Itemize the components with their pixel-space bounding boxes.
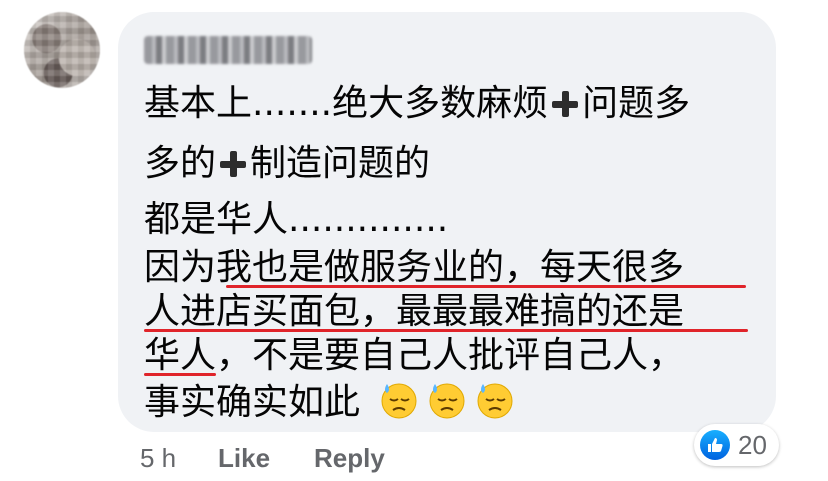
comment-text: 问题多 <box>582 83 691 124</box>
comment-line-5: 人进店买面包，最最最难搞的还是 <box>144 290 684 334</box>
comment-thread: 基本上.......绝大多数麻烦 问题多 多的 制造问题的 都是华人........… <box>0 0 828 481</box>
comment-line-2: 多的 制造问题的 <box>144 142 430 186</box>
reaction-summary[interactable]: 20 <box>694 424 779 466</box>
thumbs-up-icon <box>700 430 730 460</box>
reaction-count: 20 <box>738 429 767 460</box>
downcast-face-with-sweat-icon <box>477 383 513 419</box>
author-name[interactable] <box>144 36 312 64</box>
comment-text: 都是华人.............. <box>144 199 449 240</box>
comment-bubble: 基本上.......绝大多数麻烦 问题多 多的 制造问题的 都是华人........… <box>118 12 776 432</box>
comment-line-4: 因为我也是做服务业的，每天很多 <box>144 246 684 290</box>
comment-text: 基本上.......绝大多数麻烦 <box>144 83 549 124</box>
heavy-plus-icon <box>552 91 579 117</box>
red-underline <box>144 329 748 332</box>
comment-timestamp[interactable]: 5 h <box>140 440 176 476</box>
comment-text: 事实确实如此 <box>144 382 361 423</box>
comment-text: 人进店买面包，最最最难搞的还是 <box>144 291 685 332</box>
comment-line-1: 基本上.......绝大多数麻烦 问题多 <box>144 82 690 126</box>
comment-line-7: 事实确实如此 <box>144 380 515 425</box>
comment-text: 华人，不是要自己人批评自己人， <box>144 335 685 376</box>
comment-text: 因为我也是做服务业的，每天很多 <box>144 247 685 288</box>
like-button[interactable]: Like <box>218 440 270 476</box>
reply-button[interactable]: Reply <box>314 440 385 476</box>
comment-text: 制造问题的 <box>250 143 431 184</box>
avatar[interactable] <box>24 12 100 88</box>
comment-line-3: 都是华人.............. <box>144 198 448 242</box>
comment-text: 多的 <box>144 143 217 184</box>
heavy-plus-icon <box>220 151 247 177</box>
downcast-face-with-sweat-icon <box>381 383 417 419</box>
downcast-face-with-sweat-icon <box>429 383 465 419</box>
red-underline <box>226 285 746 288</box>
comment-line-6: 华人，不是要自己人批评自己人， <box>144 334 684 378</box>
red-underline <box>144 373 216 376</box>
